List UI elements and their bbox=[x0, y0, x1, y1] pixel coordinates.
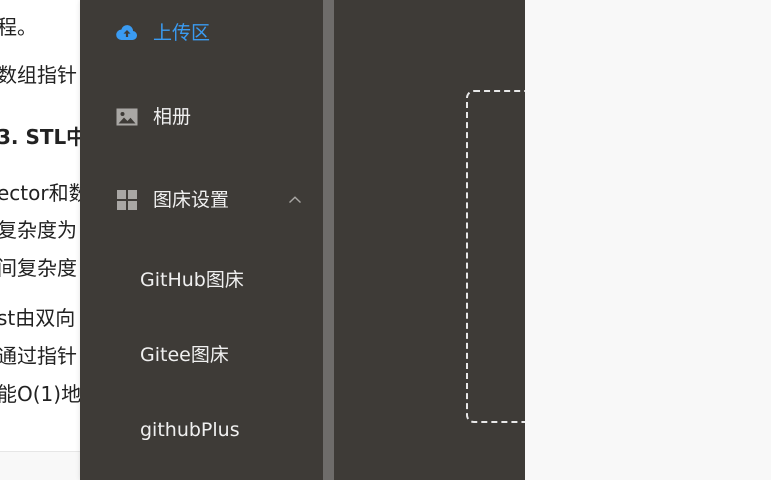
sidebar-item-upload[interactable]: 上传区 bbox=[80, 13, 323, 53]
sidebar-subitem-gitee[interactable]: Gitee图床 bbox=[80, 335, 323, 375]
doc-line: 间复杂度 bbox=[0, 256, 77, 280]
sidebar-item-label: 相册 bbox=[153, 106, 192, 128]
sidebar-item-label: 上传区 bbox=[153, 22, 211, 44]
sidebar-subitem-label: GitHub图床 bbox=[140, 269, 244, 291]
main-content bbox=[334, 0, 546, 480]
chevron-up-icon[interactable] bbox=[287, 192, 303, 208]
doc-line: st由双向 bbox=[0, 306, 76, 330]
sidebar-divider[interactable] bbox=[323, 0, 334, 480]
doc-line: 通过指针 bbox=[0, 344, 77, 368]
sidebar: 上传区 相册 图床设置 GitHub图床 Gitee图床 githubPlus bbox=[80, 0, 323, 480]
sidebar-subitem-label: githubPlus bbox=[140, 419, 240, 441]
background-document: 程。 数组指针 3. STL中 ector和数 复杂度为 间复杂度 st由双向 … bbox=[0, 0, 80, 452]
grid-icon bbox=[115, 188, 139, 212]
doc-line: 能O(1)地 bbox=[0, 382, 80, 406]
sidebar-subitem-label: Gitee图床 bbox=[140, 344, 229, 366]
doc-heading: 3. STL中 bbox=[0, 125, 80, 149]
doc-line: 数组指针 bbox=[0, 63, 77, 87]
sidebar-item-picbed-settings[interactable]: 图床设置 bbox=[80, 180, 323, 220]
sidebar-item-album[interactable]: 相册 bbox=[80, 97, 323, 137]
doc-line: ector和数 bbox=[0, 181, 80, 205]
doc-line: 复杂度为 bbox=[0, 218, 77, 242]
image-icon bbox=[115, 105, 139, 129]
sidebar-item-label: 图床设置 bbox=[153, 189, 230, 211]
desktop-background bbox=[525, 0, 771, 480]
sidebar-subitem-github[interactable]: GitHub图床 bbox=[80, 260, 323, 300]
sidebar-subitem-githubplus[interactable]: githubPlus bbox=[80, 410, 323, 450]
app-window: 上传区 相册 图床设置 GitHub图床 Gitee图床 githubPlus bbox=[80, 0, 546, 480]
cloud-upload-icon bbox=[115, 21, 139, 45]
doc-line: 程。 bbox=[0, 15, 37, 39]
